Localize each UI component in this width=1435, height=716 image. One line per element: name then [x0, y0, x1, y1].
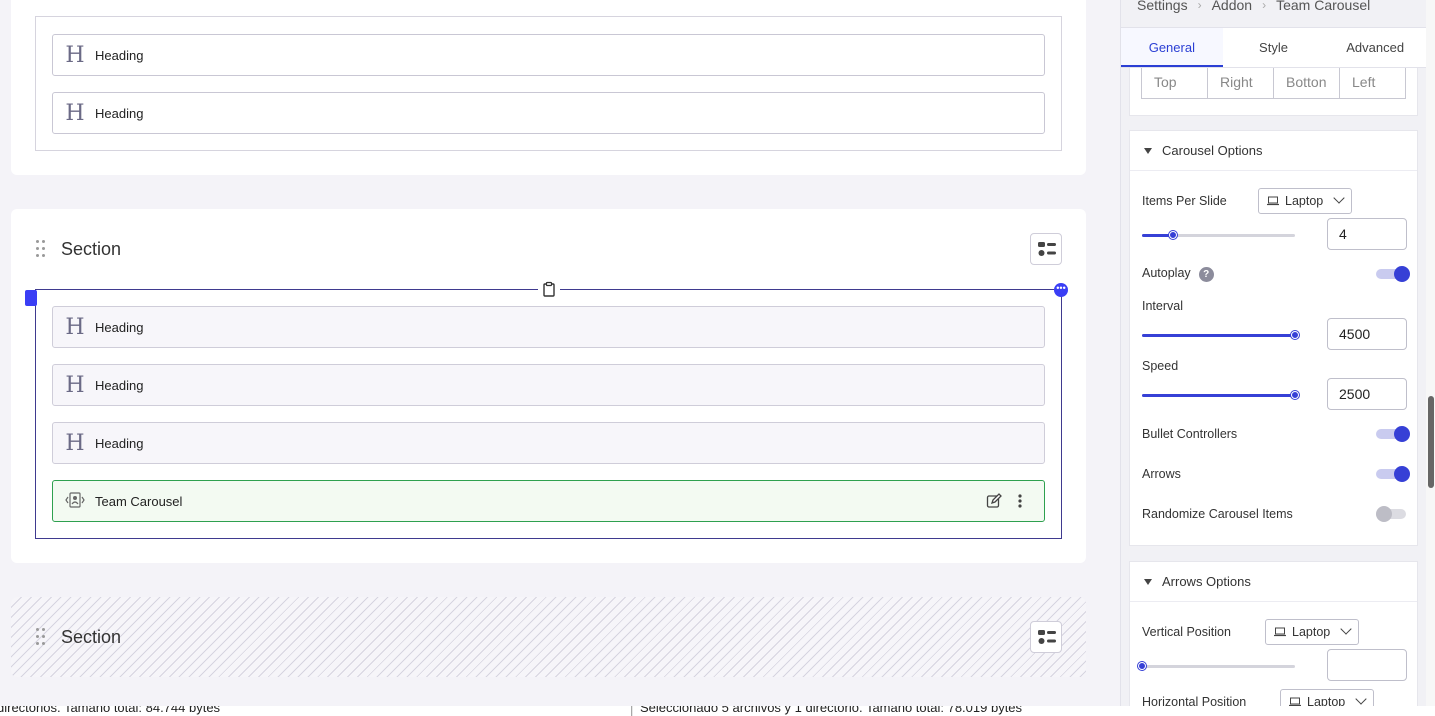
- settings-panel: Settings › Addon › Team Carousel General…: [1120, 0, 1435, 716]
- chevron-down-icon: [1340, 623, 1352, 635]
- more-vertical-icon[interactable]: [1017, 493, 1023, 514]
- randomize-toggle[interactable]: [1376, 506, 1410, 522]
- autoplay-label: Autoplay?: [1142, 266, 1214, 282]
- bullet-controllers-toggle[interactable]: [1376, 426, 1410, 442]
- caret-down-icon: [1144, 578, 1152, 585]
- vertical-position-input[interactable]: [1327, 649, 1407, 681]
- addon-label: Heading: [95, 319, 144, 335]
- arrows-options-title: Arrows Options: [1162, 574, 1251, 589]
- interval-input[interactable]: 4500: [1327, 318, 1407, 350]
- addon-label: Heading: [95, 47, 144, 63]
- layout-icon: [1038, 630, 1056, 644]
- breadcrumb: Settings › Addon › Team Carousel: [1137, 0, 1370, 13]
- status-right: Seleccionado 5 archivos y 1 directorio. …: [640, 706, 1023, 715]
- padding-bottom-input[interactable]: Botton: [1274, 68, 1340, 98]
- status-divider: |: [630, 706, 634, 716]
- addon-team-carousel[interactable]: Team Carousel: [52, 480, 1045, 522]
- padding-top-input[interactable]: Top: [1142, 68, 1208, 98]
- row-drag-handle-icon[interactable]: [25, 290, 37, 306]
- addon-label: Heading: [95, 377, 144, 393]
- drag-handle-icon[interactable]: [36, 628, 46, 646]
- addon-label: Team Carousel: [95, 493, 183, 509]
- chevron-down-icon: [1333, 192, 1345, 204]
- edit-icon[interactable]: [986, 493, 1002, 514]
- panel-scrollbar[interactable]: [1426, 0, 1435, 706]
- caret-down-icon: [1144, 147, 1152, 154]
- tab-general[interactable]: General: [1121, 28, 1223, 67]
- chevron-down-icon: [1355, 693, 1367, 705]
- interval-slider[interactable]: [1142, 331, 1299, 339]
- device-select[interactable]: Laptop: [1265, 619, 1359, 645]
- autoplay-toggle[interactable]: [1376, 266, 1410, 282]
- heading-icon: H: [65, 430, 85, 456]
- device-select-value: Laptop: [1285, 194, 1324, 208]
- status-left: directorios. Tamaño total: 84.744 bytes: [0, 706, 221, 715]
- settings-tabs: General Style Advanced: [1121, 27, 1426, 68]
- scrollbar-thumb[interactable]: [1428, 396, 1434, 488]
- row-more-options-icon[interactable]: •••: [1054, 283, 1068, 297]
- heading-icon: H: [65, 42, 85, 68]
- tab-advanced[interactable]: Advanced: [1324, 28, 1426, 67]
- addon-heading[interactable]: H Heading: [52, 364, 1045, 406]
- slider-knob[interactable]: [1138, 662, 1146, 670]
- help-icon[interactable]: ?: [1198, 267, 1214, 282]
- bullet-controllers-label: Bullet Controllers: [1142, 427, 1238, 441]
- addon-heading-1[interactable]: H Heading: [52, 34, 1045, 76]
- speed-input[interactable]: 2500: [1327, 378, 1407, 410]
- laptop-icon: [1267, 196, 1279, 206]
- team-carousel-icon: [55, 492, 95, 510]
- tab-style[interactable]: Style: [1223, 28, 1325, 67]
- breadcrumb-addon[interactable]: Addon: [1212, 0, 1252, 13]
- items-per-slide-slider[interactable]: [1142, 231, 1295, 239]
- speed-label: Speed: [1142, 359, 1179, 373]
- padding-left-input[interactable]: Left: [1340, 68, 1405, 98]
- speed-slider[interactable]: [1142, 391, 1299, 399]
- device-select-value: Laptop: [1292, 625, 1331, 639]
- section-title: Section: [61, 239, 122, 259]
- slider-knob[interactable]: [1168, 231, 1177, 239]
- carousel-options-card: Carousel Options Items Per Slide Laptop …: [1129, 130, 1418, 546]
- breadcrumb-current: Team Carousel: [1276, 0, 1371, 13]
- clipboard-icon: [543, 281, 555, 297]
- arrows-options-card: Arrows Options Vertical Position Laptop …: [1129, 561, 1418, 716]
- slider-knob[interactable]: [1291, 331, 1299, 339]
- carousel-options-header[interactable]: Carousel Options: [1130, 131, 1417, 171]
- autoplay-label-text: Autoplay: [1142, 266, 1191, 280]
- chevron-right-icon: ›: [1262, 0, 1267, 12]
- padding-inputs: Top Right Botton Left: [1141, 68, 1406, 99]
- arrows-label: Arrows: [1142, 467, 1181, 481]
- vertical-position-label: Vertical Position: [1142, 625, 1231, 639]
- slider-knob[interactable]: [1291, 391, 1299, 399]
- carousel-options-title: Carousel Options: [1162, 143, 1263, 158]
- device-select[interactable]: Laptop: [1258, 188, 1352, 214]
- addon-label: Heading: [95, 435, 144, 451]
- items-per-slide-input[interactable]: 4: [1327, 218, 1407, 250]
- heading-icon: H: [65, 372, 85, 398]
- file-manager-statusbar: directorios. Tamaño total: 84.744 bytes …: [0, 706, 1435, 716]
- addon-label: Heading: [95, 105, 144, 121]
- items-per-slide-label: Items Per Slide: [1142, 194, 1227, 208]
- column-layout-button[interactable]: [1030, 233, 1062, 265]
- arrows-options-header[interactable]: Arrows Options: [1130, 562, 1417, 602]
- section-card-hatched[interactable]: [11, 597, 1086, 677]
- vertical-position-slider[interactable]: [1138, 662, 1295, 670]
- addon-heading[interactable]: H Heading: [52, 422, 1045, 464]
- interval-label: Interval: [1142, 299, 1183, 313]
- section-title: Section: [61, 627, 122, 647]
- drag-handle-icon[interactable]: [36, 240, 46, 258]
- column-layout-button[interactable]: [1030, 621, 1062, 653]
- laptop-icon: [1274, 627, 1286, 637]
- arrows-toggle[interactable]: [1376, 466, 1410, 482]
- builder-canvas: H Heading H Heading Section ••• H Headin…: [0, 0, 1100, 716]
- addon-heading-2[interactable]: H Heading: [52, 92, 1045, 134]
- addon-heading[interactable]: H Heading: [52, 306, 1045, 348]
- padding-right-input[interactable]: Right: [1208, 68, 1274, 98]
- chevron-right-icon: ›: [1197, 0, 1202, 12]
- randomize-label: Randomize Carousel Items: [1142, 507, 1293, 521]
- breadcrumb-settings[interactable]: Settings: [1137, 0, 1188, 13]
- layout-icon: [1038, 242, 1056, 256]
- heading-icon: H: [65, 314, 85, 340]
- row-clipboard-button[interactable]: [538, 279, 560, 301]
- heading-icon: H: [65, 100, 85, 126]
